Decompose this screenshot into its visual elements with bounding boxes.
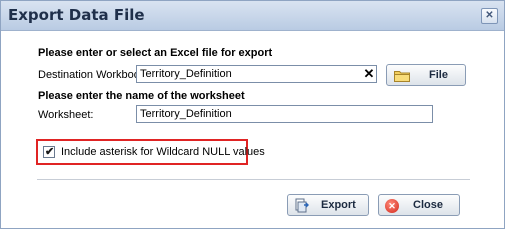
- destination-workbook-label: Destination Workbook:: [38, 69, 149, 81]
- section-heading-worksheet: Please enter the name of the worksheet: [38, 90, 245, 102]
- window-close-button[interactable]: ✕: [481, 8, 498, 24]
- export-data-file-dialog: Export Data File ✕ Please enter or selec…: [0, 0, 505, 229]
- close-button[interactable]: ✕ Close: [378, 194, 460, 216]
- destination-workbook-input[interactable]: Territory_Definition: [136, 65, 377, 83]
- section-heading-excel-file: Please enter or select an Excel file for…: [38, 47, 273, 59]
- folder-icon: [394, 71, 410, 82]
- clear-workbook-icon[interactable]: ✕: [363, 67, 375, 81]
- checkmark-icon: ✔: [45, 146, 55, 158]
- worksheet-label: Worksheet:: [38, 109, 94, 121]
- wildcard-null-checkbox[interactable]: ✔: [43, 146, 55, 158]
- close-button-label: Close: [413, 199, 443, 211]
- title-bar[interactable]: Export Data File ✕: [1, 1, 504, 31]
- button-separator: [37, 179, 470, 180]
- close-icon: ✕: [385, 199, 399, 213]
- file-button-label: File: [429, 69, 448, 81]
- export-icon: [295, 198, 309, 213]
- worksheet-input[interactable]: Territory_Definition: [136, 105, 433, 123]
- file-button[interactable]: File: [386, 64, 466, 86]
- export-button-label: Export: [321, 199, 356, 211]
- export-button[interactable]: Export: [287, 194, 369, 216]
- wildcard-null-label[interactable]: Include asterisk for Wildcard NULL value…: [61, 146, 265, 158]
- dialog-title: Export Data File: [8, 6, 145, 24]
